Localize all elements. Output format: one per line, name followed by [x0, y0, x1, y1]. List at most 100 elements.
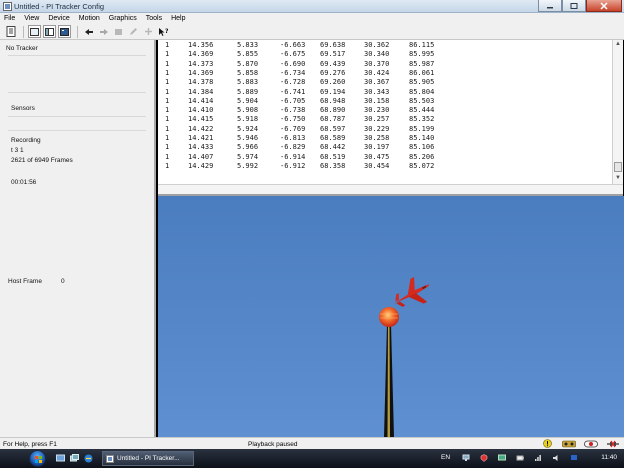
taskbar-app-button[interactable]: Untitled - PI Tracker...	[102, 451, 194, 466]
menu-view[interactable]: View	[24, 15, 39, 22]
sensors-label: Sensors	[11, 105, 35, 112]
scroll-down-icon[interactable]: ▼	[615, 175, 621, 181]
table-cell: 5.924	[237, 124, 259, 133]
view-layout-2-button[interactable]	[43, 25, 56, 38]
warning-icon	[540, 439, 554, 448]
table-cell: 14.369	[188, 68, 214, 77]
table-cell: 1	[165, 78, 170, 87]
table-cell: 68.890	[320, 106, 346, 115]
toolbar-separator	[77, 25, 78, 38]
table-cell: 85.444	[409, 106, 435, 115]
help-pointer-icon: ?	[159, 27, 169, 36]
table-row[interactable]: 1 14.421 5.946 -6.813 68.589 30.258 85.140	[158, 134, 612, 143]
view-layout-1-button[interactable]	[28, 25, 41, 38]
switch-windows-icon[interactable]	[70, 454, 79, 463]
table-cell: 85.987	[409, 59, 435, 68]
table-cell: -6.705	[280, 96, 306, 105]
context-help-button[interactable]: ?	[157, 25, 170, 38]
back-button[interactable]	[82, 25, 95, 38]
divider	[8, 55, 146, 56]
playback-status: Playback paused	[248, 441, 298, 448]
table-row[interactable]: 1 14.410 5.908 -6.738 68.890 30.230 85.444	[158, 106, 612, 115]
table-row[interactable]: 1 14.433 5.966 -6.829 68.442 30.197 85.106	[158, 143, 612, 152]
table-cell: 69.260	[320, 78, 346, 87]
menu-device[interactable]: Device	[48, 15, 69, 22]
table-row[interactable]: 1 14.422 5.924 -6.769 68.597 30.229 85.199	[158, 125, 612, 134]
maximize-icon	[570, 2, 578, 9]
table-cell: 5.908	[237, 106, 259, 115]
table-cell: -6.663	[280, 41, 306, 49]
table-cell: 85.352	[409, 115, 435, 124]
network-icon[interactable]	[462, 454, 470, 462]
properties-button[interactable]	[4, 25, 17, 38]
forward-button[interactable]	[97, 25, 110, 38]
table-cell: 1	[165, 87, 170, 96]
video-view[interactable]	[158, 196, 624, 437]
table-cell: 5.870	[237, 59, 259, 68]
position-data-table: 1 14.356 5.833 -6.663 69.638 30.362 86.115 1 14.…	[158, 40, 612, 184]
table-row[interactable]: 1 14.378 5.883 -6.728 69.260 30.367 85.905	[158, 78, 612, 87]
scroll-thumb[interactable]	[614, 162, 622, 172]
table-cell: 30.229	[364, 124, 390, 133]
table-row[interactable]: 1 14.356 5.833 -6.663 69.638 30.362 86.115	[158, 41, 612, 50]
elapsed-time: 00:01:56	[11, 179, 37, 186]
browser-icon[interactable]	[84, 454, 93, 463]
table-row[interactable]: 1 14.369 5.858 -6.734 69.276 30.424 86.061	[158, 69, 612, 78]
table-cell: -6.750	[280, 115, 306, 124]
table-cell: 1	[165, 134, 170, 142]
panel-icon	[45, 27, 54, 36]
start-button[interactable]	[29, 450, 46, 467]
menu-file[interactable]: File	[4, 15, 15, 22]
table-cell: 5.992	[237, 161, 259, 170]
table-cell: -6.728	[280, 78, 306, 87]
table-cell: 14.429	[188, 161, 214, 170]
table-row[interactable]: 1 14.415 5.918 -6.750 68.787 30.257 85.352	[158, 115, 612, 124]
table-cell: 14.422	[188, 124, 214, 133]
edit-button[interactable]	[127, 25, 140, 38]
close-button[interactable]	[586, 0, 622, 12]
add-button[interactable]	[142, 25, 155, 38]
menu-motion[interactable]: Motion	[79, 15, 100, 22]
table-cell: 68.787	[320, 115, 346, 124]
tape-icon	[562, 439, 576, 448]
table-cell: 85.804	[409, 87, 435, 96]
stop-button[interactable]	[112, 25, 125, 38]
table-row[interactable]: 1 14.373 5.870 -6.690 69.439 30.370 85.987	[158, 60, 612, 69]
horizontal-scrollbar[interactable]	[158, 184, 623, 196]
monitor-icon[interactable]	[498, 454, 506, 462]
table-row[interactable]: 1 14.407 5.974 -6.914 68.519 30.475 85.206	[158, 153, 612, 162]
menu-help[interactable]: Help	[171, 15, 185, 22]
toolbar-separator	[23, 25, 24, 38]
tracker-status: No Tracker	[6, 45, 38, 52]
table-cell: 85.106	[409, 143, 435, 152]
arrow-left-icon	[84, 28, 93, 35]
toolbar: ?	[0, 24, 624, 40]
language-indicator[interactable]: EN	[441, 454, 450, 461]
table-row[interactable]: 1 14.429 5.992 -6.912 68.358 30.454 85.072	[158, 162, 612, 171]
table-row[interactable]: 1 14.369 5.855 -6.675 69.517 30.340 85.995	[158, 50, 612, 59]
table-row[interactable]: 1 14.384 5.889 -6.741 69.194 30.343 85.804	[158, 88, 612, 97]
table-cell: 14.369	[188, 50, 214, 59]
show-desktop-icon[interactable]	[56, 454, 65, 463]
table-cell: 85.199	[409, 124, 435, 133]
vertical-scrollbar[interactable]: ▲ ▼	[612, 40, 623, 184]
app-icon	[3, 2, 12, 11]
view-layout-3-button[interactable]	[58, 25, 71, 38]
minimize-button[interactable]	[538, 0, 562, 12]
scroll-up-icon[interactable]: ▲	[615, 41, 621, 47]
table-cell: 14.378	[188, 78, 214, 87]
clock[interactable]: 11:40	[601, 454, 617, 461]
volume-icon[interactable]	[552, 454, 560, 462]
security-icon[interactable]	[480, 454, 488, 462]
title-bar[interactable]: Untitled - PI Tracker Config	[0, 0, 624, 13]
wifi-icon[interactable]	[534, 454, 542, 462]
table-cell: -6.769	[280, 124, 306, 133]
menu-graphics[interactable]: Graphics	[109, 15, 137, 22]
menu-tools[interactable]: Tools	[146, 15, 162, 22]
flag-icon[interactable]	[570, 454, 578, 462]
table-row[interactable]: 1 14.414 5.904 -6.705 68.948 30.158 85.503	[158, 97, 612, 106]
maximize-button[interactable]	[562, 0, 586, 12]
table-cell: 14.373	[188, 59, 214, 68]
table-cell: 14.421	[188, 134, 214, 142]
power-icon[interactable]	[516, 454, 524, 462]
